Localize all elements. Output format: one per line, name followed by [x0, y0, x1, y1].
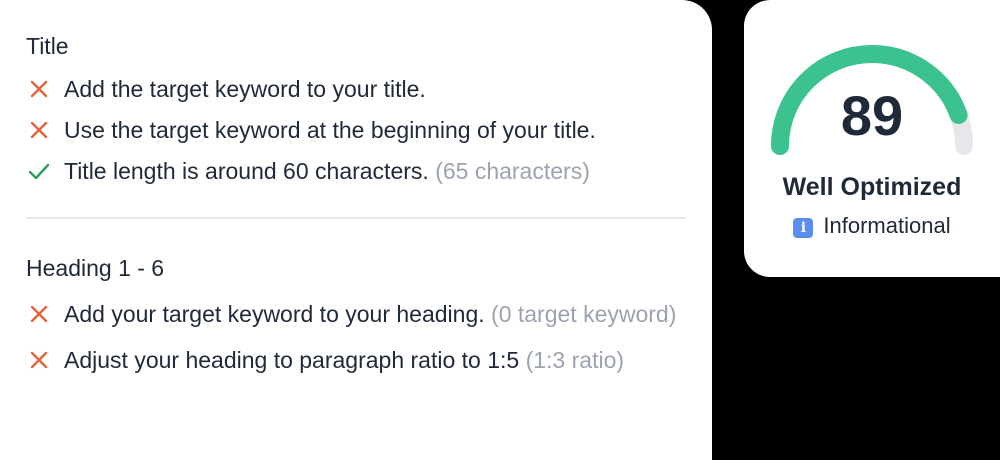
cross-icon	[30, 305, 48, 323]
checkmark-icon	[28, 163, 50, 180]
cross-icon	[30, 80, 48, 98]
section-divider	[26, 217, 686, 219]
check-item-note: (65 characters)	[435, 158, 590, 184]
check-item: Add the target keyword to your title.	[26, 72, 686, 106]
check-item: Use the target keyword at the beginning …	[26, 113, 686, 147]
score-value: 89	[840, 84, 904, 147]
info-icon: i	[793, 218, 814, 238]
score-rating: Well Optimized	[782, 173, 962, 201]
check-item: Add your target keyword to your heading.…	[26, 297, 686, 331]
check-item: Title length is around 60 characters. (6…	[26, 154, 686, 188]
title-section-heading: Title	[26, 33, 69, 59]
check-item-text: Add the target keyword to your title.	[64, 76, 426, 102]
cross-icon	[30, 351, 48, 369]
check-item-note: (0 target keyword)	[491, 301, 677, 327]
score-card: 89 Well Optimized i Informational	[744, 0, 1000, 277]
heading-checklist: Add your target keyword to your heading.…	[26, 297, 686, 377]
title-checklist: Add the target keyword to your title. Us…	[26, 72, 686, 188]
search-intent-label: Informational	[823, 213, 951, 238]
check-item-text: Add your target keyword to your heading.	[64, 301, 485, 327]
title-section: Title Add the target keyword to your tit…	[26, 32, 686, 188]
check-item-text: Title length is around 60 characters.	[64, 158, 429, 184]
cross-icon	[30, 121, 48, 139]
check-item: Adjust your heading to paragraph ratio t…	[26, 343, 686, 377]
check-item-text: Adjust your heading to paragraph ratio t…	[64, 347, 520, 373]
heading-section-heading: Heading 1 - 6	[26, 255, 165, 281]
heading-section: Heading 1 - 6 Add your target keyword to…	[26, 254, 686, 377]
check-item-note: (1:3 ratio)	[525, 347, 625, 373]
search-intent: i Informational	[744, 212, 1000, 240]
check-item-text: Use the target keyword at the beginning …	[64, 117, 596, 143]
seo-checklist-panel: Title Add the target keyword to your tit…	[0, 0, 712, 460]
